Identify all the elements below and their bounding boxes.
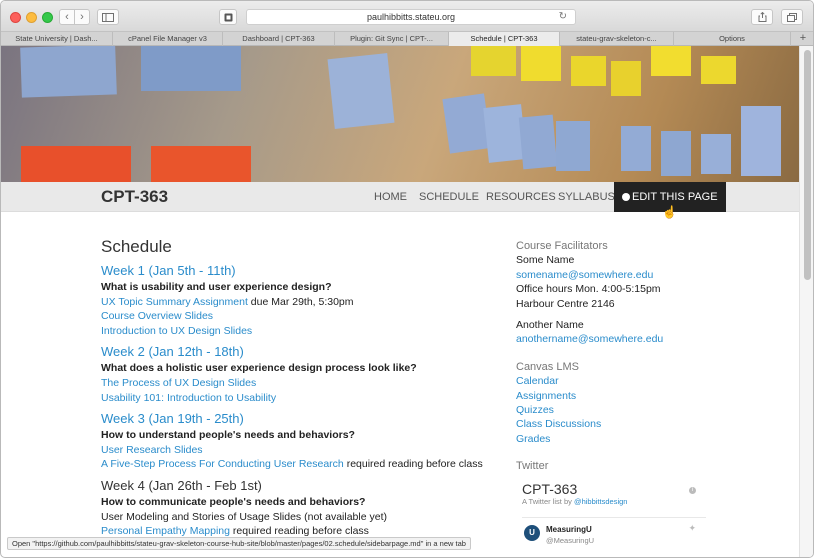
twitter-heading: Twitter [516,460,549,473]
schedule-item: Course Overview Slides [101,309,501,323]
schedule-item-link[interactable]: The Process of UX Design Slides [101,377,256,389]
twitter-list-by: A Twitter list by @hibbittsdesign [522,497,628,506]
facilitator1-location: Harbour Centre 2146 [516,297,615,310]
edit-this-page-label: EDIT THIS PAGE [632,191,718,203]
address-text: paulhibbitts.stateu.org [366,12,456,22]
schedule-item: User Modeling and Stories of Usage Slide… [101,510,501,524]
tabs-icon [787,12,797,22]
divider [522,517,706,518]
schedule-item: Introduction to UX Design Slides [101,324,501,338]
schedule-item: Usability 101: Introduction to Usability [101,391,501,405]
site-navbar: CPT-363 HOME SCHEDULE RESOURCES SYLLABUS… [1,182,799,212]
week-question: What does a holistic user experience des… [101,362,417,375]
tweet-author-handle[interactable]: @MeasuringU [546,536,594,545]
sidebar-icon [102,12,114,22]
lms-heading: Canvas LMS [516,360,579,373]
chevron-right-icon: › [80,11,84,23]
avatar[interactable]: U [524,525,540,541]
facilitator2-email-link[interactable]: anothername@somewhere.edu [516,332,716,346]
schedule-item-note: required reading before class [343,458,483,471]
minimize-window-button[interactable] [26,12,37,23]
browser-toolbar: ‹ › paulhibbitts.stateu.org ↻ [1,1,813,32]
lms-links: Calendar Assignments Quizzes Class Discussi… [516,374,716,446]
schedule-item-link[interactable]: Usability 101: Introduction to Usability [101,392,276,404]
schedule-item-link[interactable]: A Five-Step Process For Conducting User … [101,458,344,470]
week-question: How to understand people's needs and beh… [101,429,355,442]
chevron-left-icon: ‹ [65,11,69,23]
nav-resources[interactable]: RESOURCES [486,182,556,212]
lms-link[interactable]: Quizzes [516,403,716,417]
schedule-item: UX Topic Summary Assignment due Mar 29th… [101,295,501,309]
browser-tab[interactable]: State University | Dash... [1,32,113,46]
week-title[interactable]: Week 1 (Jan 5th - 11th) [101,263,501,278]
info-icon[interactable]: i [689,487,696,494]
schedule-item: A Five-Step Process For Conducting User … [101,457,501,471]
browser-tab[interactable]: Schedule | CPT-363 [449,32,560,46]
address-bar[interactable]: paulhibbitts.stateu.org ↻ [246,9,576,25]
forward-button[interactable]: › [74,9,90,25]
twitter-list-owner-link[interactable]: @hibbittsdesign [574,497,627,506]
schedule-item: User Research Slides [101,443,501,457]
hand-pointer-icon: ☝ [662,205,677,219]
schedule-content: Schedule Week 1 (Jan 5th - 11th) What is … [101,237,501,539]
schedule-item-link[interactable]: UX Topic Summary Assignment [101,296,248,308]
new-tab-button[interactable]: + [791,32,813,45]
facilitator1-hours: Office hours Mon. 4:00-5:15pm [516,283,661,296]
share-icon [758,12,766,22]
close-window-button[interactable] [10,12,21,23]
tweet-author-name[interactable]: MeasuringU [546,525,592,534]
lms-link[interactable]: Calendar [516,374,716,388]
browser-window: ‹ › paulhibbitts.stateu.org ↻ State Univ… [0,0,814,558]
lms-link[interactable]: Class Discussions [516,417,716,431]
facilitator2-name: Another Name [516,319,584,332]
reload-icon[interactable]: ↻ [559,11,567,22]
week-question: What is usability and user experience de… [101,281,332,293]
schedule-item-text: User Modeling and Stories of Usage Slide… [101,510,387,523]
lms-link[interactable]: Assignments [516,389,716,403]
nav-syllabus[interactable]: SYLLABUS [558,182,615,212]
back-button[interactable]: ‹ [59,9,75,25]
browser-tab[interactable]: cPanel File Manager v3 [113,32,223,46]
site-title[interactable]: CPT-363 [101,187,168,207]
schedule-item-note: required reading before class [230,525,369,538]
show-tabs-button[interactable] [781,9,803,25]
facilitator1-email-link[interactable]: somename@somewhere.edu [516,268,716,282]
week-title[interactable]: Week 3 (Jan 19th - 25th) [101,411,501,426]
sidebar: Course Facilitators Some Name somename@s… [516,239,716,474]
browser-tab[interactable]: Options [674,32,791,46]
twitter-bird-icon: ✦ [688,523,696,533]
tab-bar: State University | Dash... cPanel File Ma… [1,32,813,46]
page-scrollbar[interactable] [799,46,813,557]
week-title: Week 4 (Jan 26th - Feb 1st) [101,477,262,493]
schedule-item-link[interactable]: Introduction to UX Design Slides [101,325,252,337]
schedule-item-link[interactable]: Course Overview Slides [101,310,213,322]
schedule-item: The Process of UX Design Slides [101,376,501,390]
week-question: How to communicate people's needs and be… [101,495,366,508]
schedule-item-link[interactable]: User Research Slides [101,444,203,456]
hero-image [1,46,799,182]
lms-link[interactable]: Grades [516,432,716,446]
nav-home[interactable]: HOME [374,182,407,212]
reader-button[interactable] [219,9,237,25]
github-icon [622,193,630,201]
week-title[interactable]: Week 2 (Jan 12th - 18th) [101,344,501,359]
page-title: Schedule [101,237,172,256]
reader-icon [224,13,232,21]
status-bar: Open "https://github.com/paulhibbitts/st… [7,537,471,550]
facilitators-heading: Course Facilitators [516,240,608,252]
twitter-list-title[interactable]: CPT-363 [522,481,706,497]
schedule-item-note: due Mar 29th, 5:30pm [247,296,354,308]
twitter-widget: CPT-363 A Twitter list by @hibbittsdesig… [516,475,706,555]
schedule-item-link[interactable]: Personal Empathy Mapping [101,525,230,537]
share-button[interactable] [751,9,773,25]
facilitator1-name: Some Name [516,254,575,267]
browser-tab[interactable]: Plugin: Git Sync | CPT-... [335,32,449,46]
weeks-list: Week 1 (Jan 5th - 11th) What is usability… [101,263,501,539]
nav-schedule[interactable]: SCHEDULE [419,182,479,212]
browser-tab[interactable]: stateu-grav-skeleton-c... [560,32,674,46]
browser-tab[interactable]: Dashboard | CPT-363 [223,32,335,46]
sidebar-toggle-button[interactable] [97,9,119,25]
scrollbar-thumb[interactable] [804,50,811,280]
zoom-window-button[interactable] [42,12,53,23]
